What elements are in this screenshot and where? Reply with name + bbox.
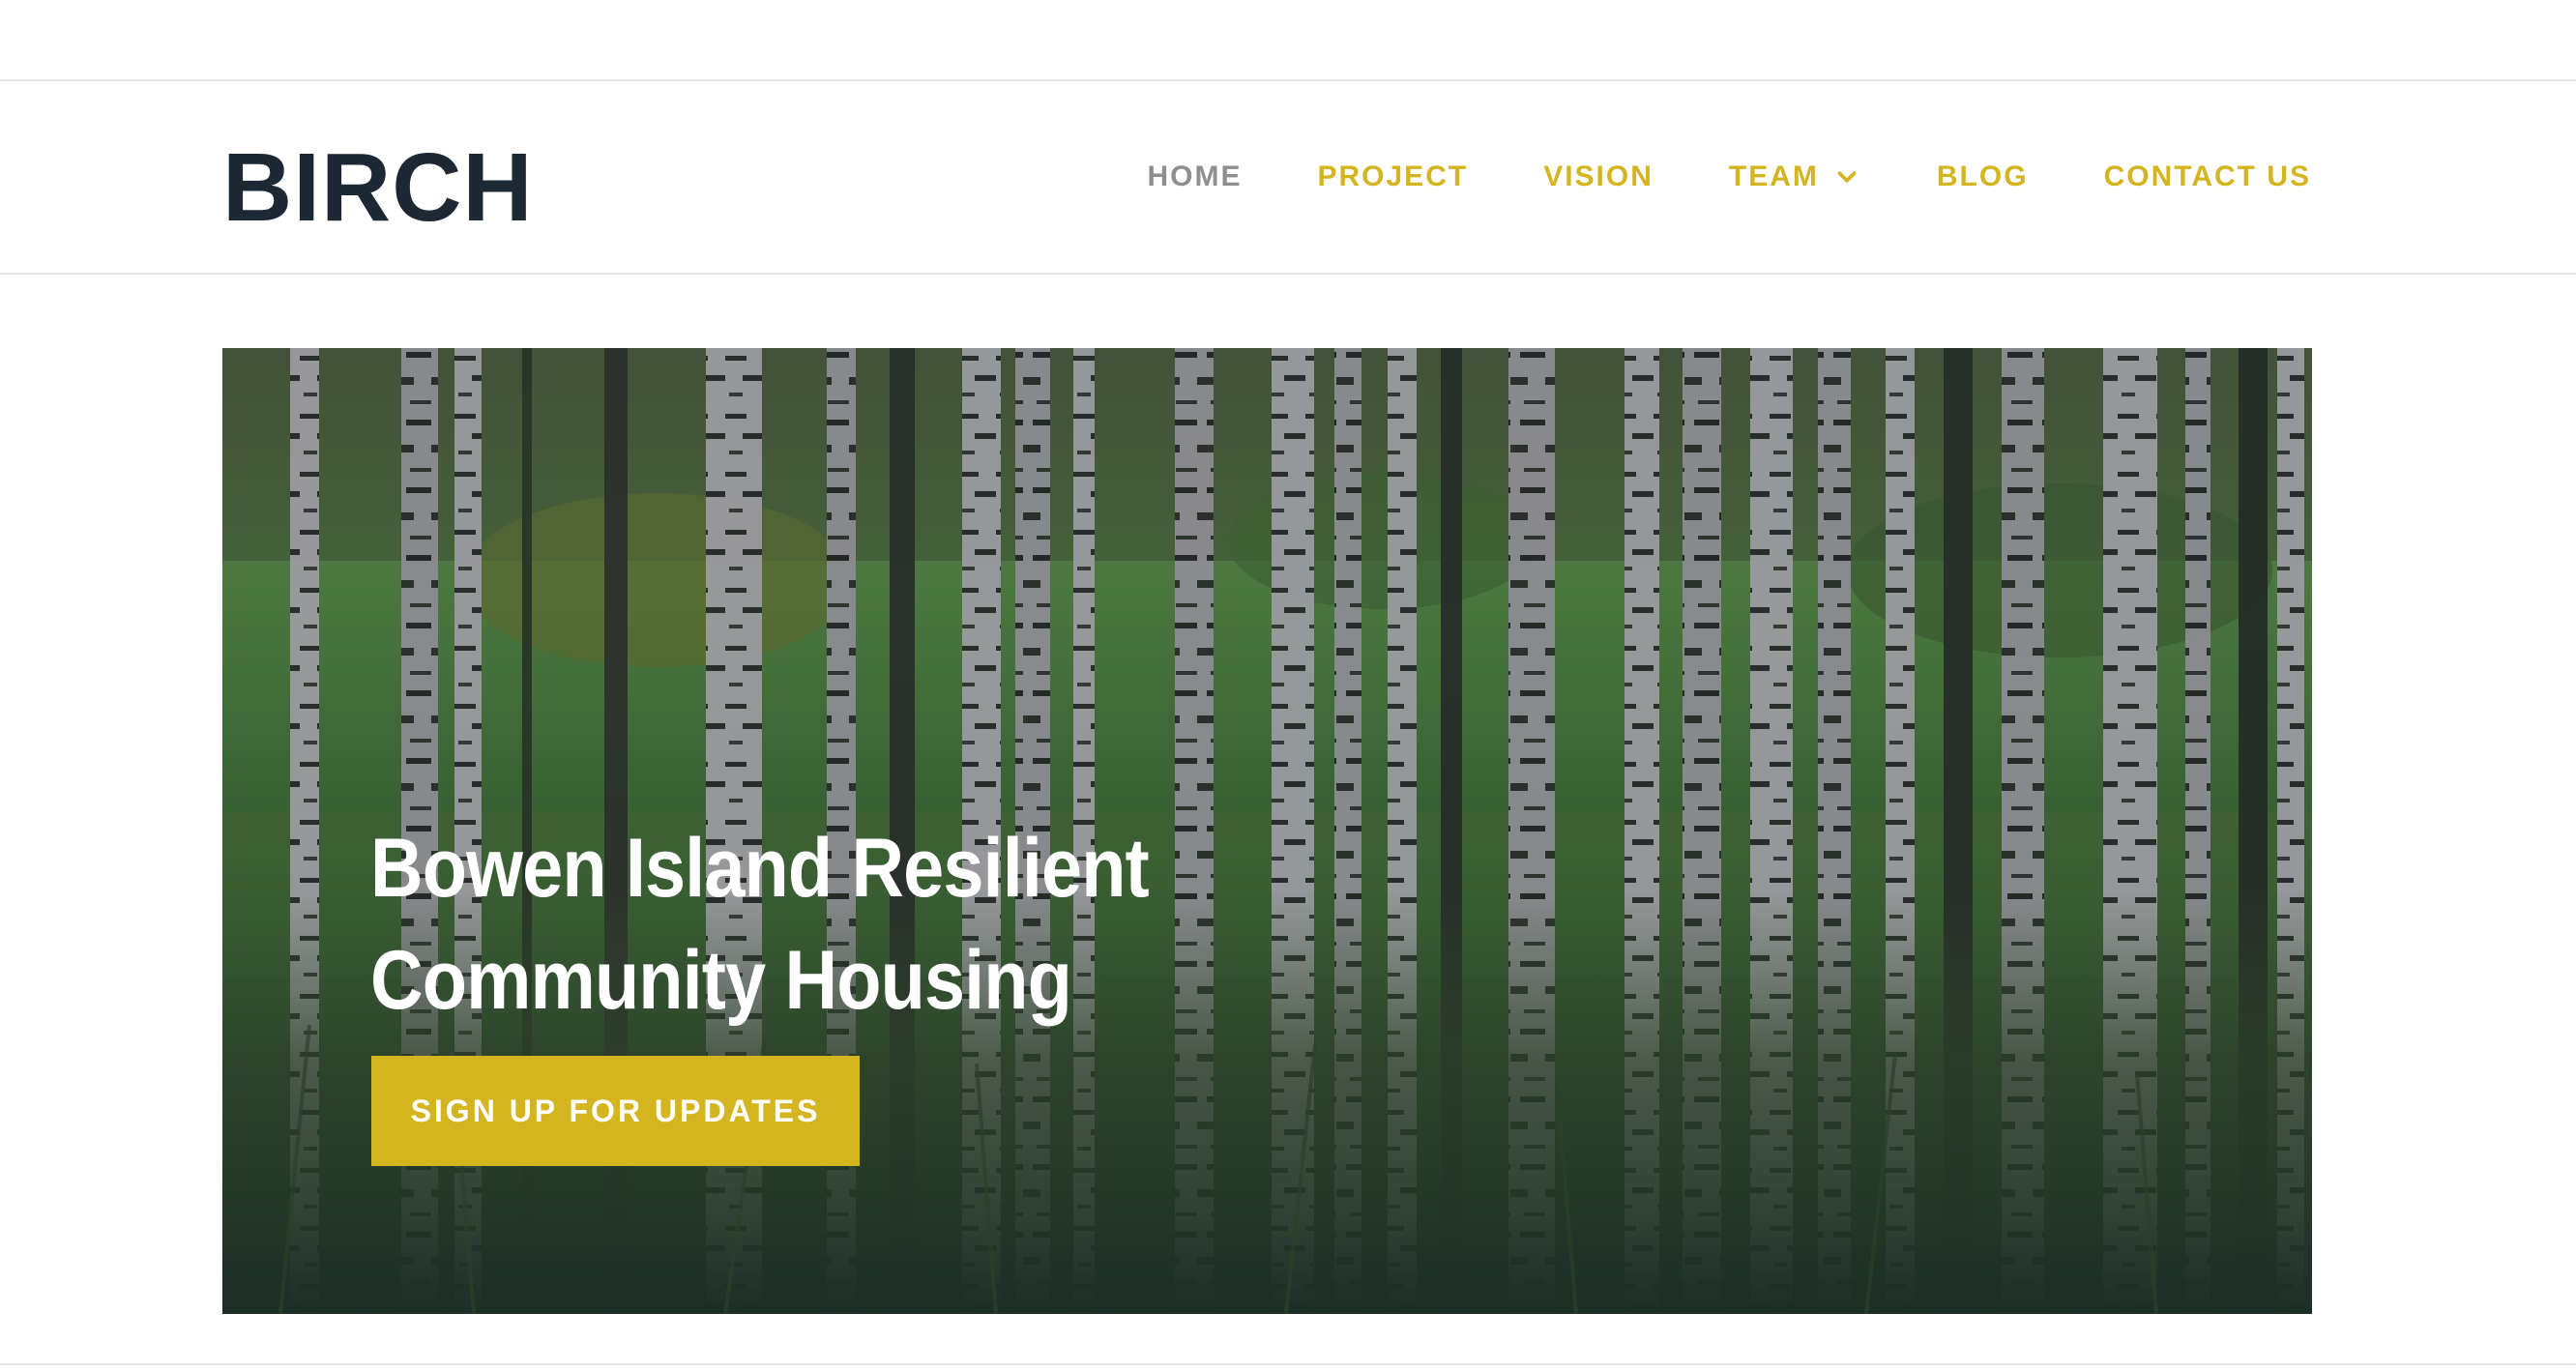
top-bar xyxy=(0,0,2576,81)
nav-item-vision[interactable]: VISION xyxy=(1543,160,1654,193)
hero-title-line-2: Community Housing xyxy=(370,934,1072,1027)
hero-title: Bowen Island Resilient Community Housing xyxy=(370,812,1306,1036)
hero-title-line-1: Bowen Island Resilient xyxy=(370,822,1150,915)
nav-item-blog[interactable]: BLOG xyxy=(1937,160,2029,193)
site-logo[interactable]: BIRCH xyxy=(222,139,534,236)
sign-up-button[interactable]: SIGN UP FOR UPDATES xyxy=(371,1056,860,1166)
nav-item-team[interactable]: TEAM xyxy=(1729,160,1861,193)
nav-item-team-label: TEAM xyxy=(1728,160,1819,192)
main-nav: HOME PROJECT VISION TEAM BLOG CONTACT US xyxy=(1147,81,2311,273)
nav-item-home[interactable]: HOME xyxy=(1147,160,1242,193)
chevron-down-icon xyxy=(1837,171,1857,183)
nav-item-project[interactable]: PROJECT xyxy=(1317,160,1468,193)
section-divider xyxy=(0,1363,2576,1365)
hero-banner: Bowen Island Resilient Community Housing… xyxy=(222,348,2312,1314)
site-header: BIRCH HOME PROJECT VISION TEAM BLOG CONT… xyxy=(0,81,2576,275)
nav-item-contact-us[interactable]: CONTACT US xyxy=(2104,160,2311,193)
